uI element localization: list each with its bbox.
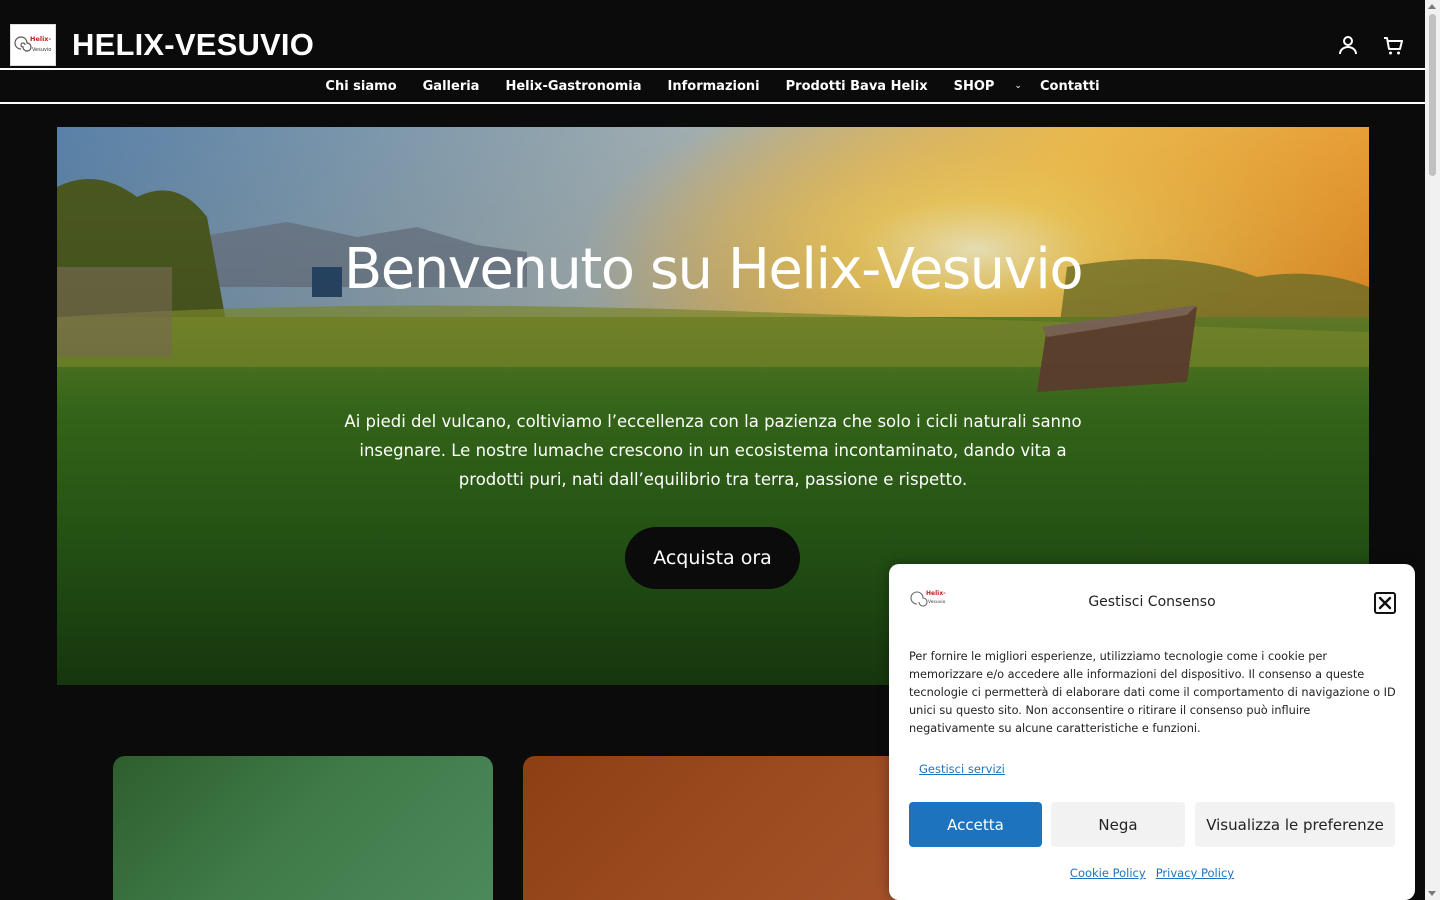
feature-card-green[interactable]: [113, 756, 493, 900]
shop-now-button[interactable]: Acquista ora: [625, 527, 800, 589]
accept-button[interactable]: Accetta: [909, 802, 1042, 847]
cart-icon[interactable]: [1382, 34, 1404, 56]
cookie-dialog-links: Cookie Policy Privacy Policy: [889, 866, 1415, 880]
nav-item-shop[interactable]: SHOP: [954, 79, 995, 94]
user-icon[interactable]: [1337, 34, 1359, 56]
cookie-dialog-title: Gestisci Consenso: [1088, 594, 1216, 610]
hero-description: Ai piedi del vulcano, coltiviamo l’eccel…: [344, 412, 1082, 489]
site-logo[interactable]: Helix- Vesuvio: [10, 24, 56, 66]
nav-item-galleria[interactable]: Galleria: [423, 79, 480, 94]
site-title[interactable]: HELIX-VESUVIO: [72, 27, 314, 63]
chevron-down-icon[interactable]: ⌄: [1014, 81, 1022, 91]
main-nav: Chi siamo Galleria Helix-Gastronomia Inf…: [0, 68, 1425, 104]
logo-text-top: Helix-: [30, 35, 51, 43]
close-icon[interactable]: [1374, 592, 1396, 614]
cookie-policy-link[interactable]: Cookie Policy: [1070, 866, 1146, 880]
view-preferences-button[interactable]: Visualizza le preferenze: [1195, 802, 1395, 847]
cookie-consent-dialog: Helix- Vesuvio Gestisci Consenso Per for…: [889, 564, 1415, 900]
privacy-policy-link[interactable]: Privacy Policy: [1156, 866, 1234, 880]
deny-button[interactable]: Nega: [1051, 802, 1185, 847]
nav-item-helix-gastronomia[interactable]: Helix-Gastronomia: [505, 79, 641, 94]
logo-text-bottom: Vesuvio: [32, 47, 51, 53]
nav-item-chi-siamo[interactable]: Chi siamo: [325, 79, 396, 94]
nav-item-informazioni[interactable]: Informazioni: [668, 79, 760, 94]
scrollbar-thumb[interactable]: [1429, 14, 1436, 176]
site-header: Helix- Vesuvio HELIX-VESUVIO: [0, 0, 1425, 68]
nav-list: Chi siamo Galleria Helix-Gastronomia Inf…: [0, 70, 1425, 102]
hero-title: Benvenuto su Helix-Vesuvio: [343, 237, 1084, 302]
nav-item-prodotti-bava-helix[interactable]: Prodotti Bava Helix: [786, 79, 928, 94]
feature-card-orange[interactable]: [523, 756, 903, 900]
scroll-up-icon[interactable]: [1428, 4, 1436, 9]
nav-item-contatti[interactable]: Contatti: [1040, 79, 1100, 94]
manage-services-link[interactable]: Gestisci servizi: [919, 762, 1005, 776]
cookie-dialog-body: Per fornire le migliori esperienze, util…: [909, 650, 1396, 735]
snail-logo-icon: Helix- Vesuvio: [14, 35, 51, 53]
page-scrollbar[interactable]: [1425, 0, 1440, 900]
scroll-down-icon[interactable]: [1428, 891, 1436, 896]
